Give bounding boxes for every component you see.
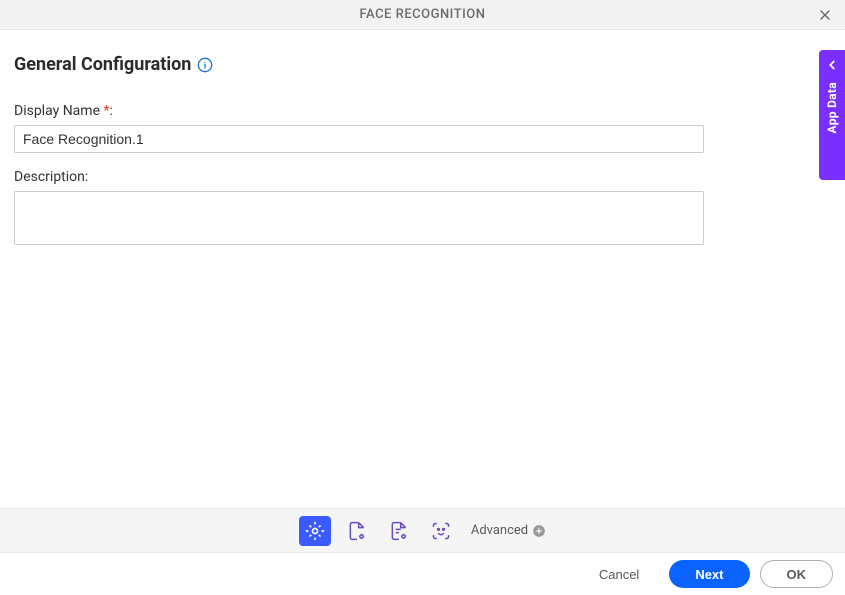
- description-label: Description:: [14, 169, 831, 185]
- advanced-label: Advanced: [471, 523, 528, 538]
- advanced-toggle[interactable]: Advanced: [471, 523, 546, 538]
- footer: Cancel Next OK: [0, 553, 845, 595]
- section-title: General Configuration: [14, 54, 191, 75]
- gear-icon: [305, 521, 325, 541]
- face-scan-icon: [431, 521, 451, 541]
- step-face-icon[interactable]: [425, 516, 457, 546]
- display-name-row: Display Name *:: [14, 103, 831, 153]
- next-button[interactable]: Next: [669, 560, 749, 588]
- cancel-button[interactable]: Cancel: [579, 560, 659, 588]
- chevron-left-icon: [825, 58, 839, 72]
- step-file-icon[interactable]: [341, 516, 373, 546]
- step-general-icon[interactable]: [299, 516, 331, 546]
- app-data-tab[interactable]: App Data: [819, 50, 845, 180]
- display-name-input[interactable]: [14, 125, 704, 153]
- close-button[interactable]: [813, 3, 837, 27]
- content-area: General Configuration Display Name *: De…: [0, 30, 845, 508]
- file-settings-icon: [389, 521, 409, 541]
- modal-title: FACE RECOGNITION: [360, 7, 486, 22]
- close-icon: [817, 7, 833, 23]
- step-file2-icon[interactable]: [383, 516, 415, 546]
- modal-header: FACE RECOGNITION: [0, 0, 845, 30]
- icon-strip: Advanced: [0, 508, 845, 553]
- description-row: Description:: [14, 169, 831, 249]
- display-name-label: Display Name *:: [14, 103, 831, 119]
- info-icon[interactable]: [197, 57, 213, 73]
- plus-circle-icon: [532, 524, 546, 538]
- ok-button[interactable]: OK: [760, 560, 834, 588]
- file-gear-icon: [347, 521, 367, 541]
- app-data-label: App Data: [825, 82, 839, 133]
- section-header: General Configuration: [14, 54, 831, 75]
- description-textarea[interactable]: [14, 191, 704, 245]
